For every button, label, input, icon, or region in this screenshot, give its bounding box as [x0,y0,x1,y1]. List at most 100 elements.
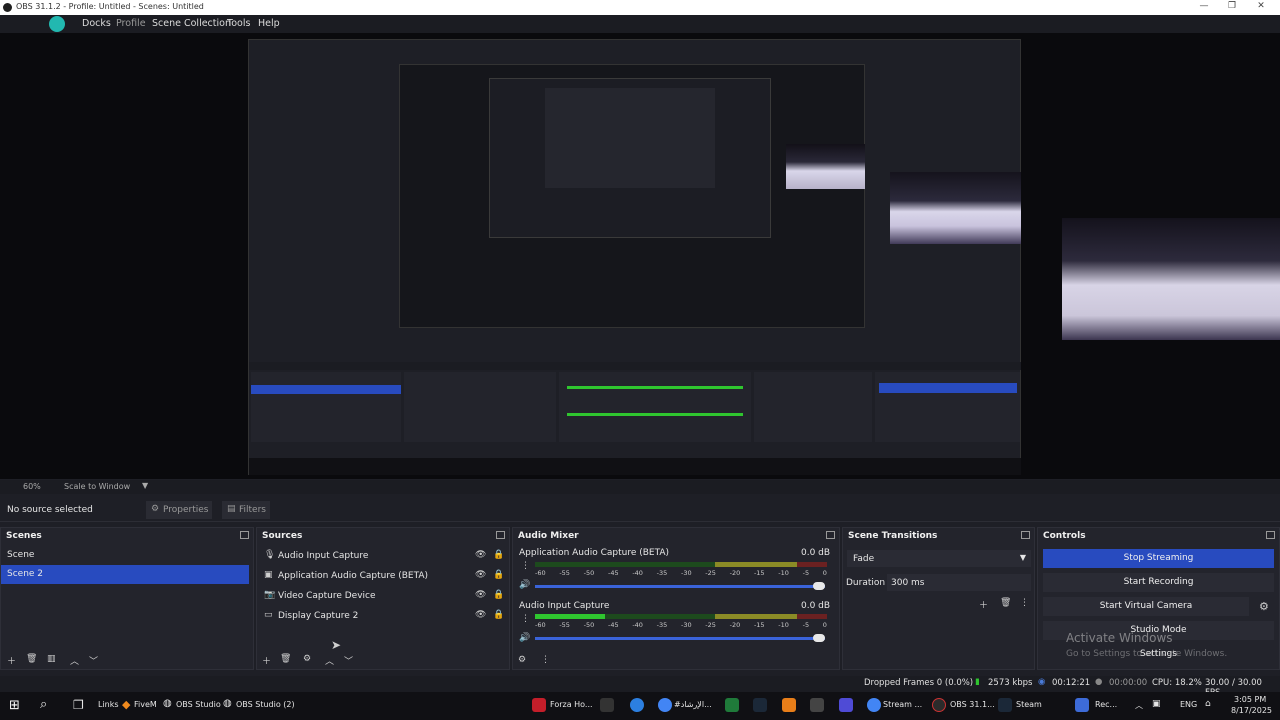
tick-label: -45 [607,621,619,629]
transition-select[interactable]: Fade ▼ [847,550,1031,567]
stop-streaming-button[interactable]: Stop Streaming [1043,549,1274,568]
taskbar-chrome-stream[interactable]: Stream ... [883,700,922,709]
dropped-frames: Dropped Frames 0 (0.0%) [864,678,974,688]
close-button[interactable]: ✕ [1250,1,1272,14]
browser-icon[interactable] [630,698,644,712]
sources-dock: Sources 🎙 Audio Input Capture 👁 🔒 ▣ Appl… [256,527,510,670]
trash-icon[interactable]: 🗑 [280,654,291,664]
eye-icon[interactable]: 👁 [475,570,486,580]
undock-icon[interactable] [1021,531,1030,539]
menu-tools[interactable]: Tools [227,18,250,29]
undock-icon[interactable] [496,531,505,539]
menu-docks[interactable]: Docks [82,18,111,29]
taskbar-fivem[interactable]: FiveM [134,700,157,709]
kebab-menu-icon[interactable]: ⋮ [521,614,530,624]
app-audio-icon: ▣ [264,570,273,580]
kebab-menu-icon[interactable]: ⋮ [541,655,550,665]
taskbar-forza[interactable]: Forza Ho... [550,700,593,709]
app-icon[interactable] [782,698,796,712]
chevron-down-icon[interactable]: ﹀ [344,654,353,667]
scene-item-selected[interactable]: Scene 2 [1,565,249,584]
fivem-icon[interactable]: ◆ [122,698,130,711]
chevron-up-icon[interactable]: ︿ [325,654,334,667]
channel-name: Application Audio Capture (BETA) [519,548,670,558]
start-virtual-camera-button[interactable]: Start Virtual Camera [1043,597,1249,616]
taskbar-obs-active[interactable]: OBS 31.1... [950,700,995,709]
taskbar-chrome-arabic[interactable]: #الإرشاد... [674,700,712,709]
clock-time[interactable]: 3:05 PM [1234,695,1266,704]
chevron-down-icon[interactable]: ﹀ [89,654,98,667]
trash-icon[interactable]: 🗑 [1000,598,1011,608]
steam-icon [998,698,1012,712]
undock-icon[interactable] [826,531,835,539]
lock-icon[interactable]: 🔒 [493,610,504,620]
windows-start-icon[interactable]: ⊞ [9,698,20,713]
window-title: OBS 31.1.2 - Profile: Untitled - Scenes:… [16,2,204,11]
start-recording-button[interactable]: Start Recording [1043,573,1274,592]
taskbar-steam[interactable]: Steam [1016,700,1042,709]
menu-scene-collection[interactable]: Scene Collection [152,18,231,29]
filter-icon[interactable]: ▥ [47,654,56,664]
steam-icon[interactable] [753,698,767,712]
duration-spinbox[interactable]: 300 ms [887,574,1031,591]
network-icon[interactable]: ⌂ [1205,699,1211,709]
undock-icon[interactable] [1266,531,1275,539]
source-item[interactable]: 📷 Video Capture Device 👁 🔒 [257,587,509,606]
eye-icon[interactable]: 👁 [475,550,486,560]
app-icon[interactable] [839,698,853,712]
gear-icon[interactable]: ⚙ [1259,600,1269,613]
kebab-menu-icon[interactable]: ⋮ [521,561,530,571]
properties-button[interactable]: ⚙ Properties [146,501,212,519]
gear-icon[interactable]: ⚙ [303,654,311,664]
chevron-up-icon[interactable]: ︿ [70,654,79,667]
zoom-level[interactable]: 60% [23,482,41,491]
clock-date[interactable]: 8/17/2025 [1231,706,1272,715]
add-icon[interactable]: ＋ [262,654,271,667]
language-indicator[interactable]: ENG [1180,700,1197,709]
menu-profile[interactable]: Profile [116,18,146,29]
speaker-icon[interactable]: 🔊 [519,633,530,643]
app-icon[interactable] [810,698,824,712]
taskbar-obs-studio[interactable]: OBS Studio [176,700,221,709]
source-item[interactable]: ▣ Application Audio Capture (BETA) 👁 🔒 [257,567,509,586]
search-icon[interactable]: ⌕ [40,697,47,712]
menu-help[interactable]: Help [258,18,280,29]
add-icon[interactable]: ＋ [7,654,16,667]
chevron-up-icon[interactable]: ︿ [1135,700,1143,711]
trash-icon[interactable]: 🗑 [26,654,37,664]
obs-icon[interactable]: ◍ [163,698,172,709]
app-icon[interactable] [725,698,739,712]
taskbar-obs-studio-2[interactable]: OBS Studio (2) [236,700,295,709]
scale-mode[interactable]: Scale to Window [64,482,130,491]
chevron-down-icon[interactable]: ▼ [142,481,148,490]
duration-label: Duration [846,578,886,588]
speaker-icon[interactable]: 🔊 [519,580,530,590]
tray-icon[interactable]: ▣ [1152,699,1161,709]
lock-icon[interactable]: 🔒 [493,590,504,600]
volume-slider[interactable] [535,634,825,642]
minimize-button[interactable]: — [1193,1,1215,14]
meter-ticks: -60 -55 -50 -45 -40 -35 -30 -25 -20 -15 … [535,621,827,629]
obs-icon[interactable]: ◍ [223,698,232,709]
lock-icon[interactable]: 🔒 [493,570,504,580]
source-item[interactable]: 🎙 Audio Input Capture 👁 🔒 [257,547,509,566]
filters-button[interactable]: ▤ Filters [222,501,270,519]
undock-icon[interactable] [240,531,249,539]
tick-label: -40 [632,569,643,577]
eye-icon[interactable]: 👁 [475,610,486,620]
source-item[interactable]: ▭ Display Capture 2 👁 🔒 [257,607,509,626]
maximize-button[interactable]: ❐ [1221,1,1243,14]
taskbar-links[interactable]: Links [98,700,119,709]
task-view-icon[interactable]: ❐ [73,698,84,712]
source-item-label: Video Capture Device [278,591,376,601]
lock-icon[interactable]: 🔒 [493,550,504,560]
app-icon[interactable] [600,698,614,712]
kebab-menu-icon[interactable]: ⋮ [1020,598,1029,608]
audio-settings-icon[interactable]: ⚙ [518,655,526,665]
add-icon[interactable]: ＋ [979,598,988,611]
volume-slider[interactable] [535,582,825,590]
taskbar-rec[interactable]: Rec... [1095,700,1117,709]
eye-icon[interactable]: 👁 [475,590,486,600]
display-icon: ▭ [264,610,273,620]
scene-item[interactable]: Scene [1,546,253,565]
